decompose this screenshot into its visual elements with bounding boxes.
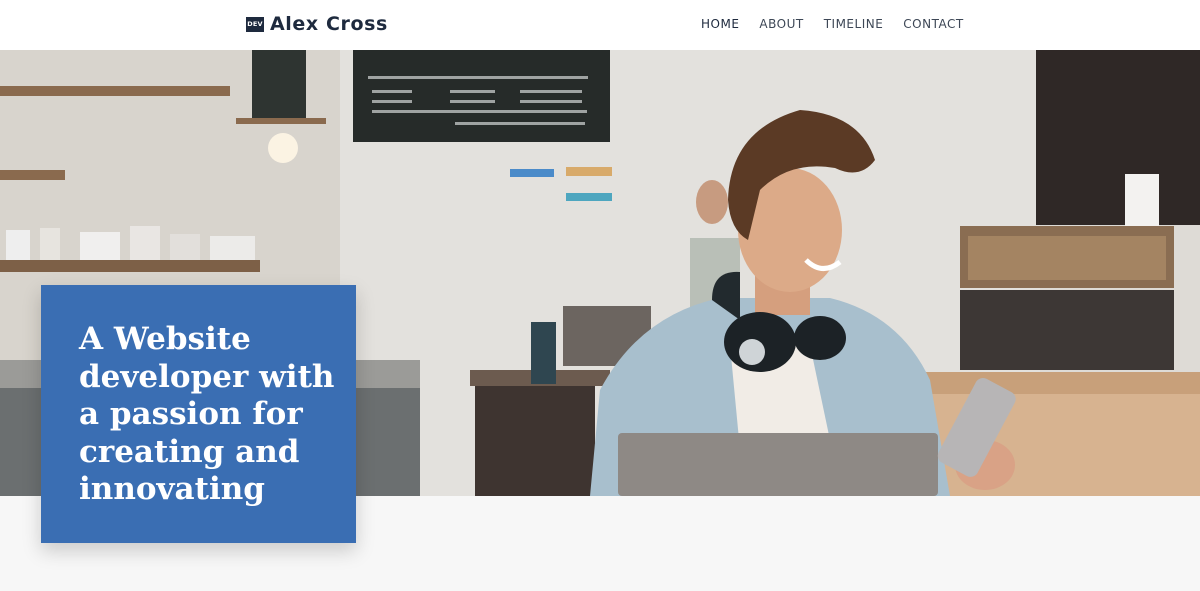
nav-item-home[interactable]: HOME xyxy=(701,17,739,31)
dev-badge-icon: DEV xyxy=(246,16,264,32)
hero-card: A Website developer with a passion for c… xyxy=(41,285,356,543)
hero-title: A Website developer with a passion for c… xyxy=(79,321,335,507)
nav-item-timeline[interactable]: TIMELINE xyxy=(824,17,884,31)
main-nav: HOME ABOUT TIMELINE CONTACT xyxy=(701,17,984,31)
nav-item-contact[interactable]: CONTACT xyxy=(903,17,963,31)
nav-item-about[interactable]: ABOUT xyxy=(759,17,803,31)
site-header: DEV Alex Cross HOME ABOUT TIMELINE CONTA… xyxy=(0,0,1200,50)
brand-name: Alex Cross xyxy=(270,13,388,35)
brand-logo[interactable]: DEV Alex Cross xyxy=(246,13,388,35)
